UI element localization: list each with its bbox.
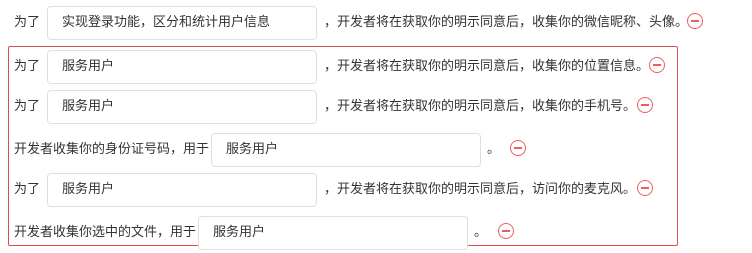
row-suffix: ，开发者将在获取你的明示同意后，收集你的手机号。 <box>324 99 637 114</box>
purpose-input[interactable]: 实现登录功能，区分和统计用户信息 <box>47 6 317 40</box>
remove-circle-icon[interactable] <box>510 140 526 156</box>
purpose-input[interactable]: 服务用户 <box>47 90 317 124</box>
row-prefix: 为了 <box>14 59 41 74</box>
row-suffix: ，开发者将在获取你的明示同意后，收集你的位置信息。 <box>324 59 650 74</box>
remove-circle-icon[interactable] <box>498 223 514 239</box>
row-prefix: 开发者收集你选中的文件，用于 <box>14 225 197 240</box>
remove-circle-icon[interactable] <box>637 97 653 113</box>
purpose-input[interactable]: 服务用户 <box>198 216 468 250</box>
purpose-input[interactable]: 服务用户 <box>47 50 317 84</box>
row-prefix: 开发者收集你的身份证号码，用于 <box>14 142 210 157</box>
remove-circle-icon[interactable] <box>637 180 653 196</box>
purpose-input[interactable]: 服务用户 <box>47 173 317 207</box>
row-suffix: 。 <box>487 142 501 157</box>
row-suffix: ，开发者将在获取你的明示同意后，收集你的微信昵称、头像。 <box>324 15 689 30</box>
remove-circle-icon[interactable] <box>687 13 703 29</box>
purpose-input[interactable]: 服务用户 <box>211 133 481 167</box>
remove-circle-icon[interactable] <box>649 57 665 73</box>
row-prefix: 为了 <box>14 182 41 197</box>
row-suffix: 。 <box>474 225 488 240</box>
row-suffix: ，开发者将在获取你的明示同意后，访问你的麦克风。 <box>324 182 637 197</box>
row-prefix: 为了 <box>14 15 41 30</box>
row-prefix: 为了 <box>14 99 41 114</box>
